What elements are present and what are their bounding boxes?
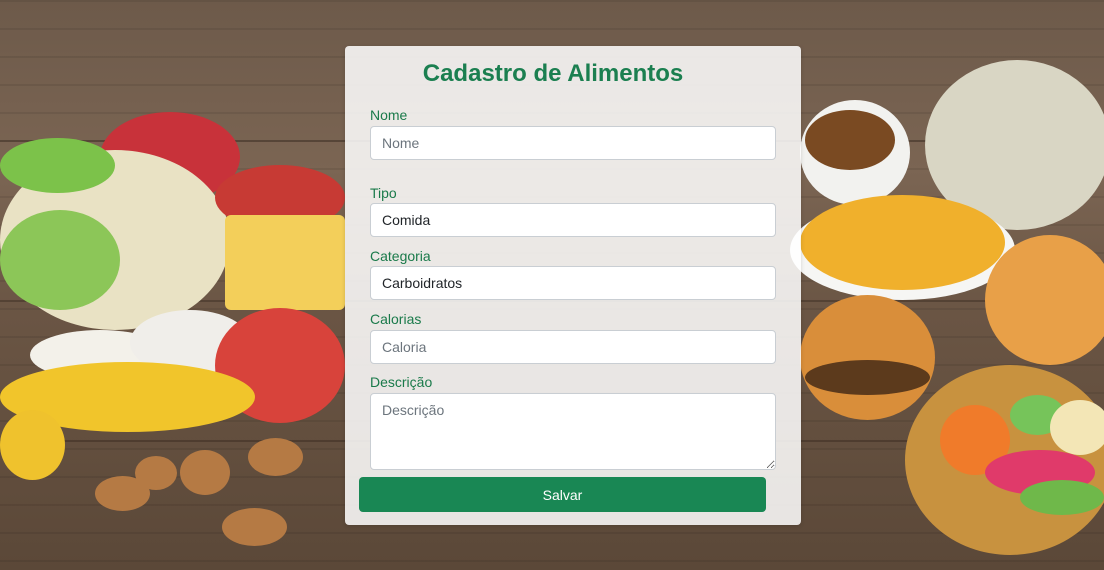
page-title: Cadastro de Alimentos: [422, 60, 684, 87]
save-button[interactable]: Salvar: [359, 477, 766, 512]
nome-label: Nome: [370, 107, 408, 123]
tipo-label: Tipo: [370, 185, 397, 201]
descricao-label: Descrição: [370, 374, 433, 390]
calorias-input[interactable]: [370, 330, 776, 364]
tipo-select[interactable]: Comida: [370, 203, 776, 237]
nome-input[interactable]: [370, 126, 776, 160]
calorias-label: Calorias: [370, 311, 422, 327]
categoria-select[interactable]: Carboidratos: [370, 266, 776, 300]
descricao-textarea[interactable]: [370, 393, 776, 470]
categoria-label: Categoria: [370, 248, 431, 264]
